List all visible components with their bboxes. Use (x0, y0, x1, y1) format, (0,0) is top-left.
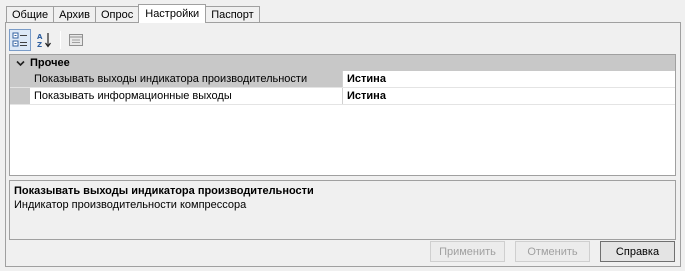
tab-general[interactable]: Общие (6, 6, 55, 23)
property-row[interactable]: Показывать информационные выходы Истина (10, 88, 675, 105)
tab-strip: Общие Архив Опрос Настройки Паспорт (6, 4, 260, 23)
description-title: Показывать выходы индикатора производите… (14, 185, 314, 197)
sort-az-icon: A Z (37, 33, 51, 48)
categorized-button[interactable] (9, 29, 31, 51)
property-grid: Прочее Показывать выходы индикатора прои… (9, 54, 676, 176)
tab-settings[interactable]: Настройки (138, 4, 207, 23)
property-row[interactable]: Показывать выходы индикатора производите… (10, 71, 675, 88)
row-gutter (10, 71, 30, 87)
row-gutter (10, 88, 30, 104)
property-toolbar: A Z (9, 28, 89, 52)
apply-button[interactable]: Применить (430, 241, 505, 262)
alphabetical-button[interactable]: A Z (33, 29, 55, 51)
property-value[interactable]: Истина (343, 71, 675, 87)
dialog-buttons: Применить Отменить Справка (420, 241, 675, 262)
description-pane: Показывать выходы индикатора производите… (9, 180, 676, 240)
property-name[interactable]: Показывать выходы индикатора производите… (30, 71, 343, 87)
chevron-down-icon[interactable] (10, 60, 30, 67)
help-button[interactable]: Справка (600, 241, 675, 262)
tab-archive[interactable]: Архив (53, 6, 96, 23)
svg-text:Z: Z (37, 41, 42, 48)
property-value[interactable]: Истина (343, 88, 675, 104)
tab-passport[interactable]: Паспорт (205, 6, 260, 23)
cancel-button[interactable]: Отменить (515, 241, 590, 262)
tab-polling[interactable]: Опрос (95, 6, 140, 23)
property-pages-button[interactable] (65, 29, 87, 51)
svg-text:A: A (37, 33, 43, 41)
categorized-icon (12, 32, 27, 47)
category-label: Прочее (30, 57, 70, 69)
property-pages-icon (69, 34, 83, 46)
toolbar-separator (60, 31, 61, 49)
settings-panel: A Z Прочее Показывать выходы индикатора … (5, 22, 681, 267)
property-name[interactable]: Показывать информационные выходы (30, 88, 343, 104)
category-row[interactable]: Прочее (10, 55, 675, 71)
description-text: Индикатор производительности компрессора (14, 199, 247, 211)
